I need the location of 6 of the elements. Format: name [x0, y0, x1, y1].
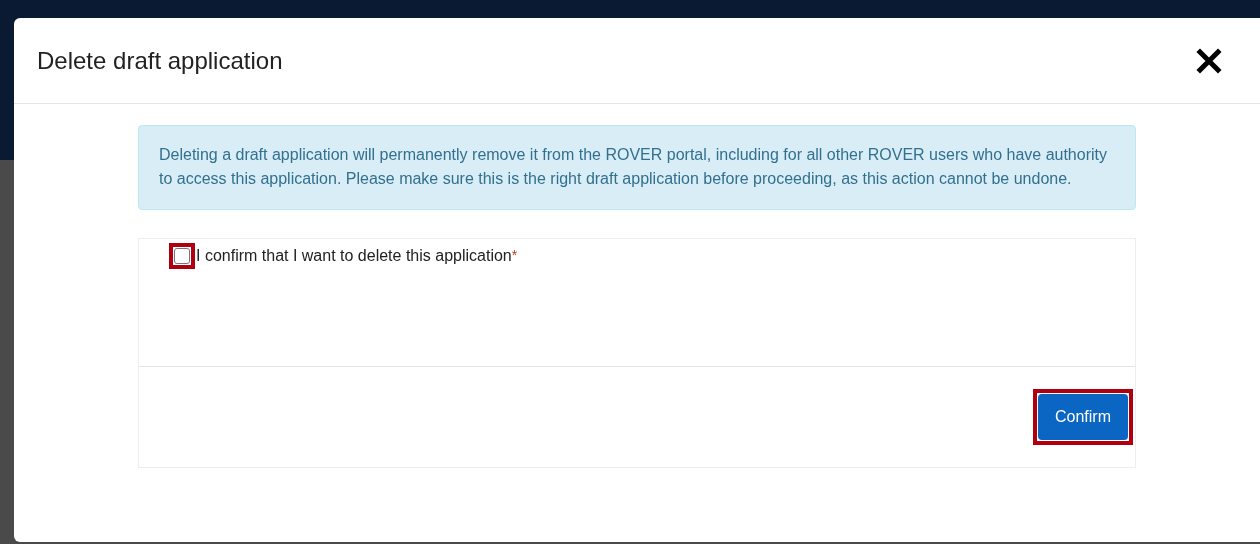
dialog-title: Delete draft application: [37, 46, 283, 75]
warning-message: Deleting a draft application will permanently remove it from the ROVER portal, including for all other ROVER users who have authority to access this application. Please make sure this is the right draft application before proceeding, as this action cannot be undone.: [138, 125, 1136, 210]
close-icon[interactable]: [1196, 47, 1222, 74]
confirm-button[interactable]: Confirm: [1038, 394, 1128, 440]
checkbox[interactable]: [174, 248, 190, 264]
checkbox-label: I confirm that I want to delete this application*: [196, 247, 518, 265]
